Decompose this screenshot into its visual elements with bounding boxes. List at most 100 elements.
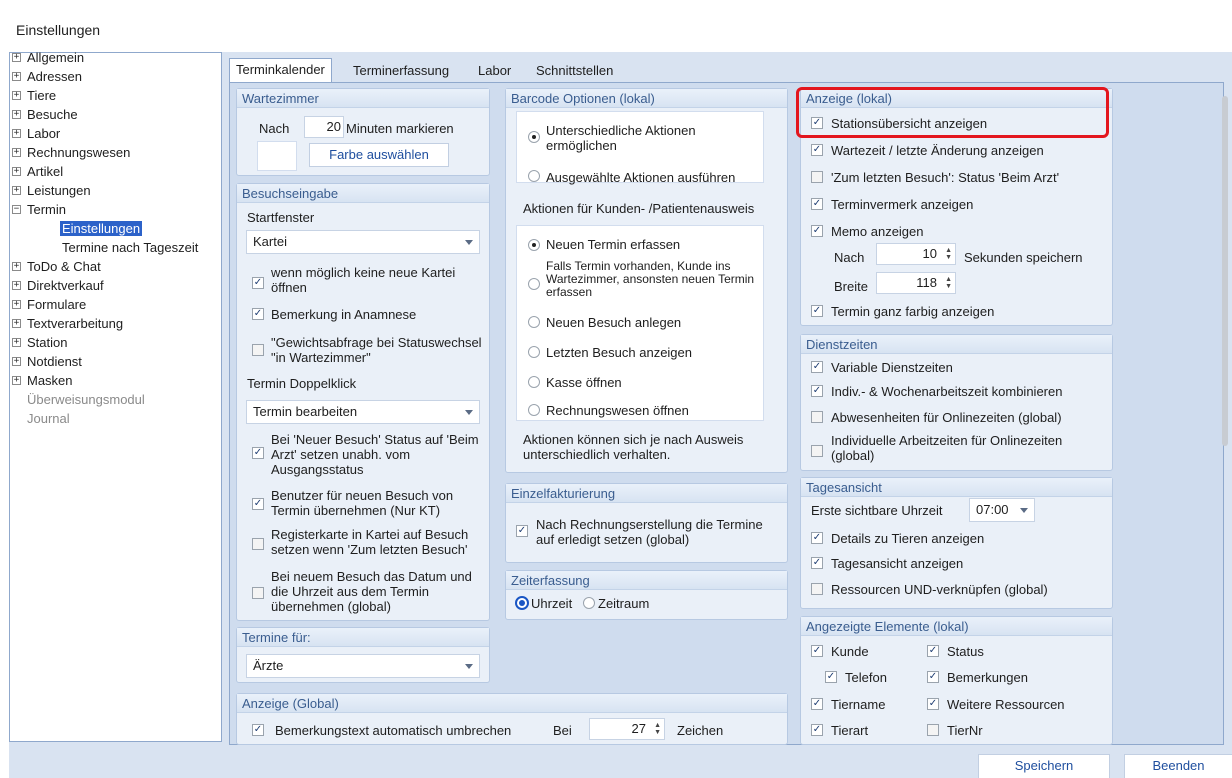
erste-uhrzeit-select[interactable]: 07:00 xyxy=(969,498,1035,522)
tree-item-station[interactable]: + Station xyxy=(12,334,67,352)
checkbox-telefon[interactable]: ✓ xyxy=(825,671,837,683)
spin-arrows-icon[interactable]: ▲ ▼ xyxy=(653,722,661,736)
expand-icon[interactable]: + xyxy=(12,357,21,366)
breite-input[interactable]: 118 ▲ ▼ xyxy=(876,272,956,294)
checkbox-wochenarbeitszeit[interactable]: ✓ xyxy=(811,385,823,397)
checkbox-termine-erledigt[interactable]: ✓ xyxy=(516,525,528,537)
checkbox-kunde[interactable]: ✓ xyxy=(811,645,823,657)
checkbox-details-tiere[interactable]: ✓ xyxy=(811,532,823,544)
doppelklick-select[interactable]: Termin bearbeiten xyxy=(246,400,480,424)
memo-seconds-input[interactable]: 10 ▲ ▼ xyxy=(876,243,956,265)
checkbox-zum-letzten-besuch[interactable] xyxy=(811,171,823,183)
checkbox-keine-neue-kartei[interactable]: ✓ xyxy=(252,277,264,289)
checkbox-gewichtsabfrage[interactable] xyxy=(252,344,264,356)
tree-item-tiere[interactable]: + Tiere xyxy=(12,87,56,105)
expand-icon[interactable]: + xyxy=(12,262,21,271)
spin-arrows-icon[interactable]: ▲ ▼ xyxy=(944,247,952,261)
checkbox-tierart[interactable]: ✓ xyxy=(811,724,823,736)
checkbox-memo[interactable]: ✓ xyxy=(811,225,823,237)
spin-arrows-icon[interactable]: ▲ ▼ xyxy=(944,276,952,290)
checkbox-individuelle-arbeitszeiten[interactable] xyxy=(811,445,823,457)
doppelklick-label: Termin Doppelklick xyxy=(247,376,357,391)
tree-item-masken[interactable]: + Masken xyxy=(12,372,73,390)
checkbox-termin-farbig[interactable]: ✓ xyxy=(811,305,823,317)
checkbox-terminvermerk[interactable]: ✓ xyxy=(811,198,823,210)
save-button[interactable]: Speichern xyxy=(978,754,1110,778)
radio-wartezimmer[interactable] xyxy=(528,278,540,290)
tree-item-notdienst[interactable]: + Notdienst xyxy=(12,353,82,371)
tab-labor[interactable]: Labor xyxy=(472,60,517,82)
tree-item-textverarbeitung[interactable]: + Textverarbeitung xyxy=(12,315,123,333)
expand-icon[interactable]: + xyxy=(12,376,21,385)
checkbox-abwesenheiten[interactable] xyxy=(811,411,823,423)
expand-icon[interactable]: + xyxy=(12,72,21,81)
checkbox-benutzer-uebernehmen[interactable]: ✓ xyxy=(252,498,264,510)
checkbox-status[interactable]: ✓ xyxy=(927,645,939,657)
expand-icon[interactable]: + xyxy=(12,53,21,62)
tree-item-artikel[interactable]: + Artikel xyxy=(12,163,63,181)
checkbox-bemerkung-anamnese[interactable]: ✓ xyxy=(252,308,264,320)
startfenster-select[interactable]: Kartei xyxy=(246,230,480,254)
tab-terminerfassung[interactable]: Terminerfassung xyxy=(347,60,455,82)
checkbox-bemerkungen[interactable]: ✓ xyxy=(927,671,939,683)
label-termine-erledigt: Nach Rechnungserstellung die Termine auf… xyxy=(536,517,763,547)
checkbox-tiernr[interactable] xyxy=(927,724,939,736)
tree-item-rechnungswesen[interactable]: + Rechnungswesen xyxy=(12,144,130,162)
collapse-icon[interactable]: − xyxy=(12,205,21,214)
tree-item-journal[interactable]: Journal xyxy=(27,410,70,428)
termine-fuer-select[interactable]: Ärzte xyxy=(246,654,480,678)
radio-zeitraum[interactable] xyxy=(583,597,595,609)
tree-item-leistungen[interactable]: + Leistungen xyxy=(12,182,91,200)
expand-icon[interactable]: + xyxy=(12,129,21,138)
tree-item-allgemein[interactable]: + Allgemein xyxy=(12,49,84,67)
zeichen-input[interactable]: 27 ▲ ▼ xyxy=(589,718,665,740)
color-select-button[interactable]: Farbe auswählen xyxy=(309,143,449,167)
tree-item-termine-nach-tageszeit[interactable]: Termine nach Tageszeit xyxy=(62,239,198,257)
radio-letzter-besuch[interactable] xyxy=(528,346,540,358)
vertical-scrollbar[interactable] xyxy=(1222,96,1228,446)
tree-item-todo-chat[interactable]: + ToDo & Chat xyxy=(12,258,101,276)
radio-rechnungswesen[interactable] xyxy=(528,404,540,416)
label-abwesenheiten: Abwesenheiten für Onlinezeiten (global) xyxy=(831,410,1062,425)
radio-neuer-besuch[interactable] xyxy=(528,316,540,328)
radio-uhrzeit[interactable] xyxy=(515,596,529,610)
radio-kasse[interactable] xyxy=(528,376,540,388)
group-tagesansicht: Tagesansicht Erste sichtbare Uhrzeit 07:… xyxy=(800,477,1113,609)
tree-item-adressen[interactable]: + Adressen xyxy=(12,68,82,86)
checkbox-weitere-ressourcen[interactable]: ✓ xyxy=(927,698,939,710)
radio-neuer-termin[interactable] xyxy=(528,239,540,251)
close-button[interactable]: Beenden xyxy=(1124,754,1232,778)
expand-icon[interactable]: + xyxy=(12,300,21,309)
nach-label: Nach xyxy=(834,250,865,265)
checkbox-tiername[interactable]: ✓ xyxy=(811,698,823,710)
tree-item-besuche[interactable]: + Besuche xyxy=(12,106,78,124)
tree-item-labor[interactable]: + Labor xyxy=(12,125,60,143)
checkbox-ressourcen[interactable] xyxy=(811,583,823,595)
expand-icon[interactable]: + xyxy=(12,91,21,100)
radio-unterschiedliche-aktionen[interactable] xyxy=(528,131,540,143)
expand-icon[interactable]: + xyxy=(12,148,21,157)
radio-ausgewaehlte-aktionen[interactable] xyxy=(528,170,540,182)
expand-icon[interactable]: + xyxy=(12,338,21,347)
checkbox-bemerkungstext-umbrechen[interactable]: ✓ xyxy=(252,724,264,736)
expand-icon[interactable]: + xyxy=(12,110,21,119)
expand-icon[interactable]: + xyxy=(12,319,21,328)
tab-terminkalender[interactable]: Terminkalender xyxy=(229,58,332,82)
checkbox-neuer-besuch-status[interactable]: ✓ xyxy=(252,447,264,459)
checkbox-wartezeit[interactable]: ✓ xyxy=(811,144,823,156)
tree-item-formulare[interactable]: + Formulare xyxy=(12,296,86,314)
expand-icon[interactable]: + xyxy=(12,186,21,195)
tree-item-direktverkauf[interactable]: + Direktverkauf xyxy=(12,277,104,295)
group-anzeige-global: Anzeige (Global) ✓ Bemerkungstext automa… xyxy=(236,693,788,745)
expand-icon[interactable]: + xyxy=(12,167,21,176)
tab-schnittstellen[interactable]: Schnittstellen xyxy=(530,60,619,82)
checkbox-tagesansicht[interactable]: ✓ xyxy=(811,557,823,569)
tree-item-termin[interactable]: − Termin xyxy=(12,201,66,219)
tree-item-einstellungen[interactable]: Einstellungen xyxy=(60,220,143,238)
expand-icon[interactable]: + xyxy=(12,281,21,290)
checkbox-variable-dienstzeiten[interactable]: ✓ xyxy=(811,361,823,373)
minutes-input[interactable]: 20 xyxy=(304,116,344,138)
tree-item-ueberweisungsmodul[interactable]: Überweisungsmodul xyxy=(27,391,145,409)
checkbox-registerkarte[interactable] xyxy=(252,538,264,550)
checkbox-datum-uhrzeit[interactable] xyxy=(252,587,264,599)
